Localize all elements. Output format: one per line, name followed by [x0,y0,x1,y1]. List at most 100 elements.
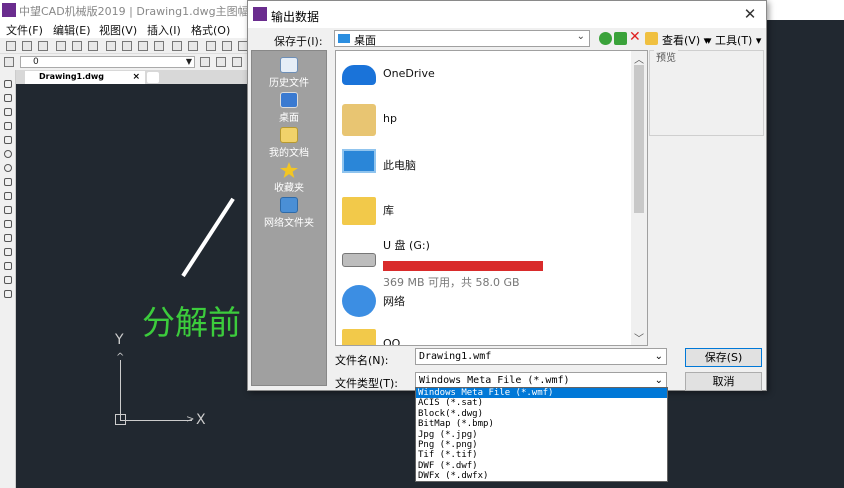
layer-previous-icon[interactable] [200,57,210,67]
point-tool-icon[interactable] [4,234,12,242]
close-tab-icon[interactable]: × [132,71,140,83]
desktop-icon [280,92,298,108]
filetype-option[interactable]: DWFx (*.dwfx) [416,471,667,481]
view-menu-button[interactable]: 查看(V) ▾ [662,32,709,48]
app-logo-icon [253,7,267,21]
chevron-down-icon[interactable]: ⌄ [655,349,663,364]
file-list-scrollbar[interactable]: ︿ ﹀ [631,51,647,345]
folder-icon [342,329,376,345]
redo-icon[interactable] [188,41,198,51]
place-label: 网络文件夹 [264,218,314,229]
new-tab-icon[interactable] [147,72,159,83]
ucs-origin-icon [115,414,126,425]
layer-state-icon[interactable] [232,57,242,67]
list-item[interactable]: 网络 [336,279,632,323]
menu-file[interactable]: 文件(F) [6,22,43,38]
document-tab[interactable]: Drawing1.dwg × [25,71,145,84]
undo-icon[interactable] [172,41,182,51]
list-item-label: OneDrive [383,67,435,80]
scrollbar-thumb[interactable] [634,65,644,213]
menu-insert[interactable]: 插入(I) [147,22,181,38]
layer-isolate-icon[interactable] [216,57,226,67]
back-icon[interactable] [599,32,612,45]
cancel-button[interactable]: 取消 [685,372,762,391]
filetype-option[interactable]: Windows Meta File (*.wmf) [416,388,667,399]
filetype-option[interactable]: Jpg (*.jpg) [416,430,667,440]
menu-edit[interactable]: 编辑(E) [53,22,91,38]
place-desktop[interactable]: 桌面 [252,90,326,124]
table-tool-icon[interactable] [4,276,12,284]
user-folder-icon [342,104,376,136]
layer-combo[interactable]: 0 ▼ [20,56,195,68]
tools-menu-button[interactable]: ▾ 工具(T) ▾ [706,32,761,48]
arrow-up-icon: ^ [116,352,125,363]
app-logo-icon [2,3,16,17]
scroll-down-icon[interactable]: ﹀ [634,330,644,345]
cut-icon[interactable] [106,41,116,51]
insert-block-icon[interactable] [4,206,12,214]
list-item[interactable]: OneDrive [336,53,632,97]
filetype-option[interactable]: DWF (*.dwf) [416,461,667,471]
filetype-value: Windows Meta File (*.wmf) [419,375,570,386]
zoom-icon[interactable] [222,41,232,51]
paste-icon[interactable] [138,41,148,51]
new-folder-icon[interactable] [645,32,658,45]
ucs-x-axis [120,420,192,421]
save-in-label: 保存于(I): [274,35,323,48]
new-file-icon[interactable] [6,41,16,51]
onedrive-icon [342,65,376,85]
list-item[interactable]: U 盘 (G:) 369 MB 可用，共 58.0 GB [336,233,632,289]
close-button[interactable]: ✕ [740,5,760,23]
spline-tool-icon[interactable] [4,178,12,186]
save-button[interactable]: 保存(S) [685,348,762,367]
match-properties-icon[interactable] [154,41,164,51]
region-tool-icon[interactable] [4,262,12,270]
filetype-option[interactable]: Png (*.png) [416,440,667,450]
ellipse-tool-icon[interactable] [4,164,12,172]
polygon-tool-icon[interactable] [4,108,12,116]
mtext-tool-icon[interactable] [4,290,12,298]
revcloud-tool-icon[interactable] [4,192,12,200]
document-tab-label: Drawing1.dwg [39,72,104,81]
place-label: 收藏夹 [274,183,304,194]
filetype-option[interactable]: ACIS (*.sat) [416,398,667,408]
print-preview-icon[interactable] [72,41,82,51]
polyline-tool-icon[interactable] [4,94,12,102]
line-tool-icon[interactable] [4,80,12,88]
delete-icon[interactable]: ✕ [629,29,642,45]
filetype-option[interactable]: Tif (*.tif) [416,450,667,460]
scroll-up-icon[interactable]: ︿ [634,51,644,66]
list-item-label: 网络 [383,295,405,308]
place-my-documents[interactable]: 我的文档 [252,125,326,159]
list-item[interactable]: 此电脑 [336,143,632,187]
pan-icon[interactable] [206,41,216,51]
hatch-tool-icon[interactable] [4,248,12,256]
save-in-value: 桌面 [354,34,376,47]
layer-manager-icon[interactable] [4,57,14,67]
filetype-option[interactable]: Block(*.dwg) [416,409,667,419]
save-in-select[interactable]: 桌面 ⌄ [334,30,590,47]
circle-tool-icon[interactable] [4,150,12,158]
publish-icon[interactable] [88,41,98,51]
print-icon[interactable] [56,41,66,51]
filetype-option[interactable]: BitMap (*.bmp) [416,419,667,429]
list-item[interactable]: 库 [336,188,632,232]
open-file-icon[interactable] [22,41,32,51]
drawing-text: 分解前 [142,303,241,342]
arc-tool-icon[interactable] [4,136,12,144]
save-file-icon[interactable] [38,41,48,51]
filename-input[interactable]: Drawing1.wmf ⌄ [415,348,667,365]
make-block-icon[interactable] [4,220,12,228]
view-menu-label: 查看(V) [662,34,701,47]
list-item[interactable]: hp [336,98,632,142]
rectangle-tool-icon[interactable] [4,122,12,130]
menu-view[interactable]: 视图(V) [99,22,137,38]
place-history[interactable]: 历史文件 [252,55,326,89]
list-item[interactable]: QQ [336,323,632,345]
place-favorites[interactable]: 收藏夹 [252,160,326,194]
place-network-folder[interactable]: 网络文件夹 [252,195,326,229]
copy-icon[interactable] [122,41,132,51]
up-folder-icon[interactable] [614,32,627,45]
menu-format[interactable]: 格式(O) [191,22,230,38]
ucs-x-label: X [196,412,206,428]
